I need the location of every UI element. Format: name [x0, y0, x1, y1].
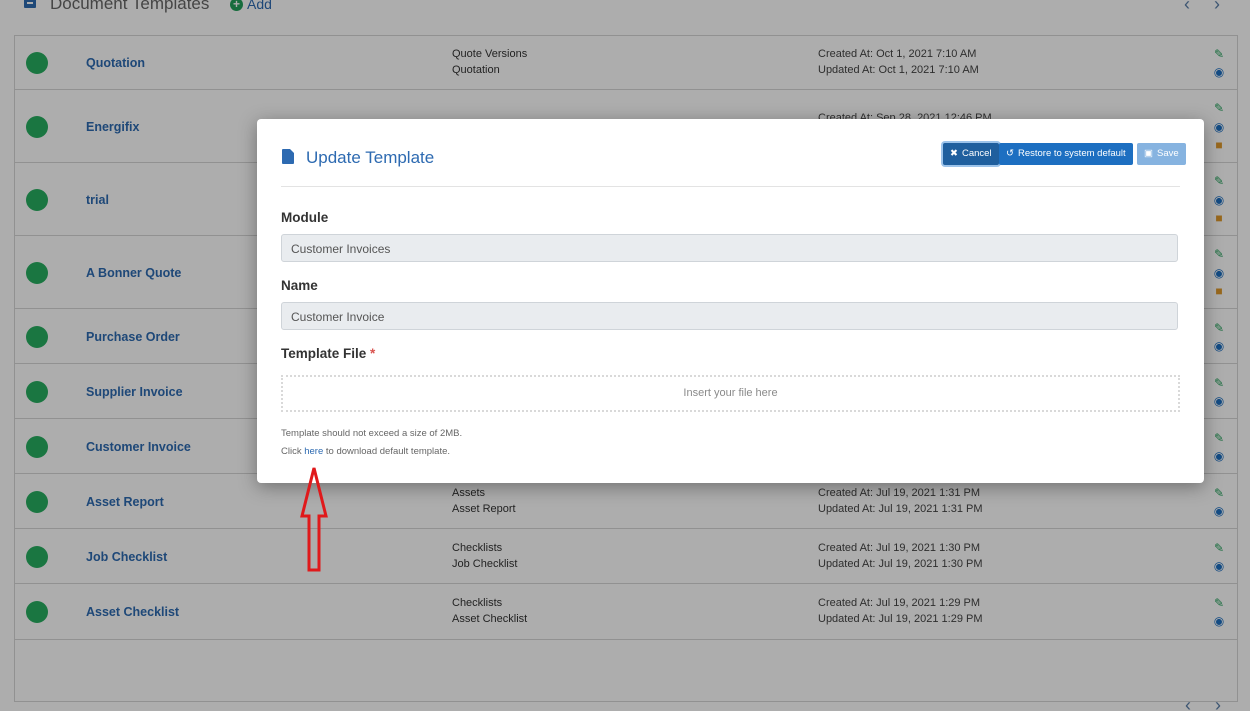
- size-hint: Template should not exceed a size of 2MB…: [281, 428, 463, 439]
- name-label: Name: [281, 278, 318, 293]
- template-file-label: Template File *: [281, 346, 376, 361]
- restore-icon: ↺: [1006, 148, 1014, 159]
- close-icon: ✖: [950, 148, 958, 159]
- cancel-button[interactable]: ✖ Cancel: [943, 143, 999, 165]
- cancel-label: Cancel: [961, 148, 992, 159]
- file-icon: [282, 149, 294, 164]
- download-hint: Click here to download default template.: [281, 446, 451, 457]
- annotation-arrow-icon: [300, 467, 328, 572]
- document-templates-page: Document Templates + Add ‹ › Quotation Q…: [0, 0, 1250, 715]
- module-label: Module: [281, 210, 329, 225]
- module-field[interactable]: Customer Invoices: [281, 234, 1178, 262]
- name-field[interactable]: Customer Invoice: [281, 302, 1178, 330]
- file-dropzone[interactable]: Insert your file here: [281, 375, 1180, 412]
- save-label: Save: [1156, 148, 1179, 159]
- modal-divider: [281, 186, 1180, 187]
- required-mark: *: [370, 346, 376, 361]
- download-template-link[interactable]: here: [304, 446, 323, 457]
- restore-default-button[interactable]: ↺ Restore to system default: [999, 143, 1133, 165]
- restore-label: Restore to system default: [1017, 148, 1126, 159]
- save-button[interactable]: ▣ Save: [1137, 143, 1186, 165]
- update-template-modal: Update Template ✖ Cancel ↺ Restore to sy…: [257, 119, 1204, 483]
- save-icon: ▣: [1144, 148, 1153, 159]
- modal-title: Update Template: [306, 148, 435, 167]
